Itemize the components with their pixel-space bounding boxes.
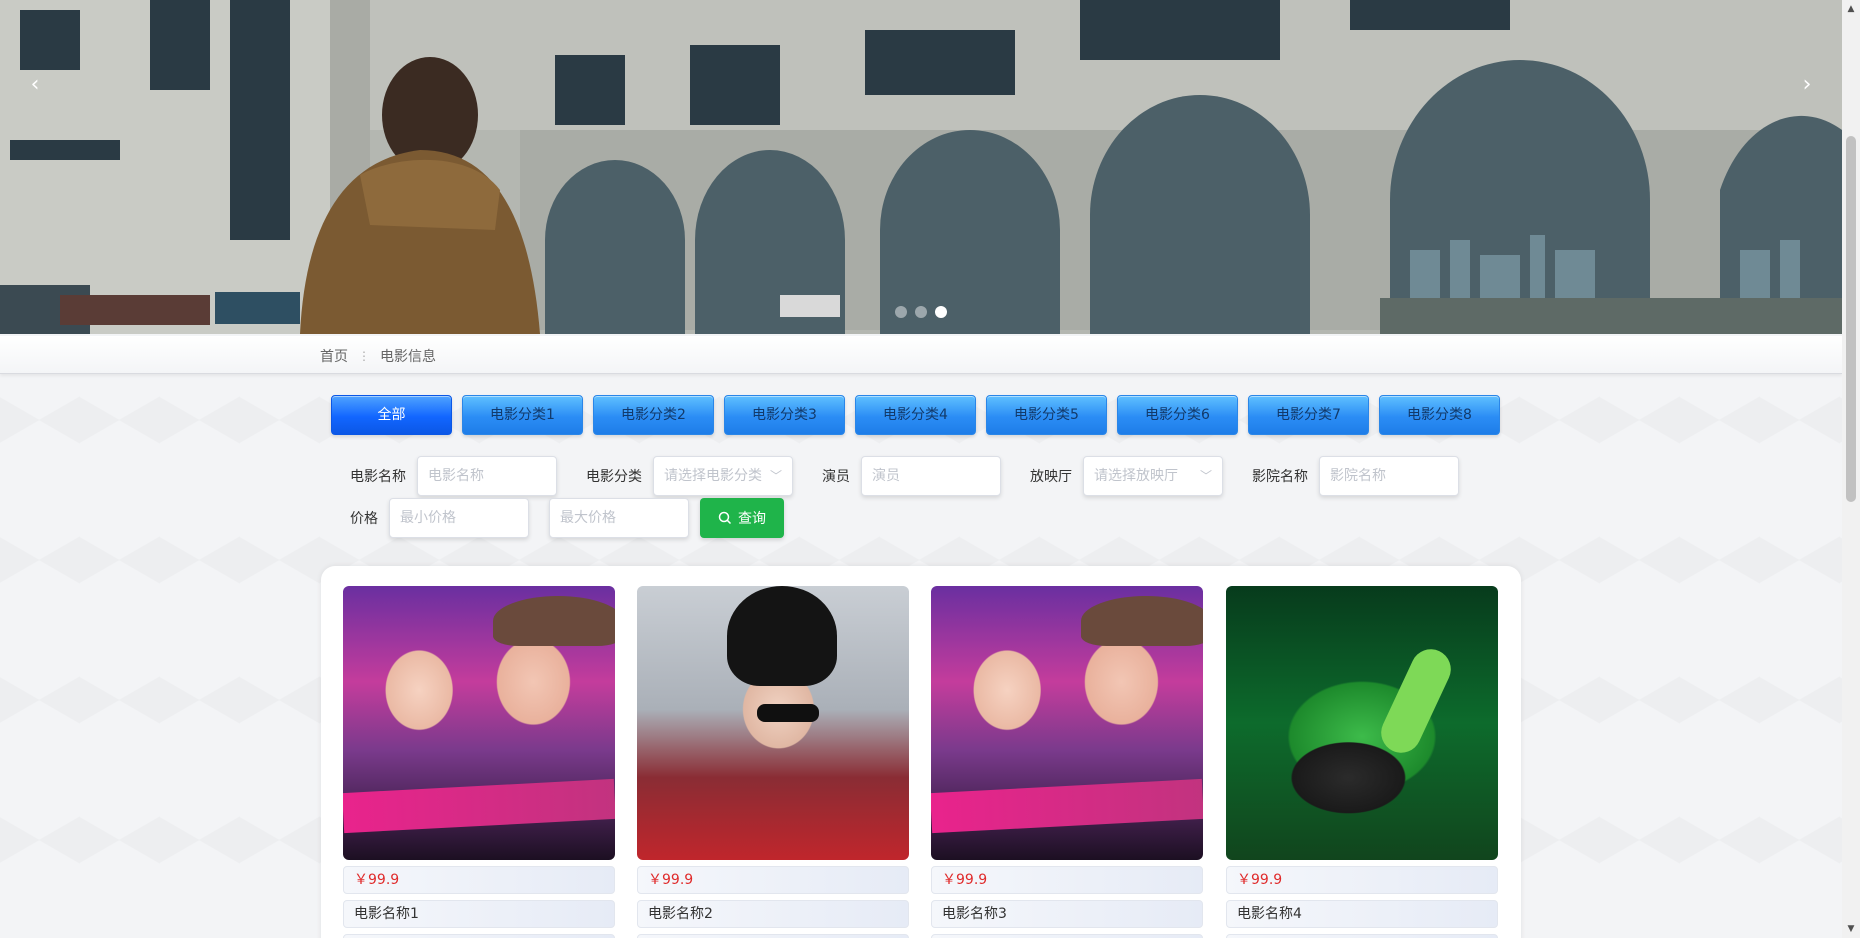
scroll-down-arrow-icon[interactable]: ▼ xyxy=(1842,920,1860,938)
category-tab-6[interactable]: 电影分类6 xyxy=(1117,395,1238,435)
breadcrumb-home-link[interactable]: 首页 xyxy=(320,346,348,366)
banner-dot-2[interactable] xyxy=(915,306,927,318)
chevron-down-icon: ﹀ xyxy=(769,469,782,483)
cinema-name-input[interactable] xyxy=(1330,458,1448,494)
price-label: 价格 xyxy=(350,511,378,527)
banner-next-arrow[interactable]: › xyxy=(1792,70,1822,100)
category-tab-8[interactable]: 电影分类8 xyxy=(1379,395,1500,435)
movie-price: ￥99.9 xyxy=(637,866,909,894)
hall-placeholder: 请选择放映厅 xyxy=(1094,468,1178,484)
movie-card[interactable]: ￥99.9 电影名称1 xyxy=(343,586,615,938)
category-tab-all[interactable]: 全部 xyxy=(331,395,452,435)
movie-name[interactable]: 电影名称3 xyxy=(931,900,1203,928)
scroll-up-arrow-icon[interactable]: ▲ xyxy=(1842,0,1860,18)
actor-field[interactable] xyxy=(861,456,1001,496)
banner-dot-3[interactable] xyxy=(935,306,947,318)
search-button-label: 查询 xyxy=(738,511,766,527)
actor-label: 演员 xyxy=(822,469,850,485)
banner-prev-arrow[interactable]: ‹ xyxy=(20,70,50,100)
breadcrumb-separator: ⋮ xyxy=(358,349,370,363)
hall-label: 放映厅 xyxy=(1030,469,1072,485)
scrollbar-thumb[interactable] xyxy=(1846,136,1856,502)
movie-extra-row xyxy=(1226,934,1498,938)
category-tab-2[interactable]: 电影分类2 xyxy=(593,395,714,435)
movie-category-placeholder: 请选择电影分类 xyxy=(664,468,762,484)
category-tab-3[interactable]: 电影分类3 xyxy=(724,395,845,435)
movie-extra-row xyxy=(931,934,1203,938)
search-button[interactable]: 查询 xyxy=(700,498,784,538)
movie-poster-image[interactable] xyxy=(343,586,615,860)
movie-poster-image[interactable] xyxy=(1226,586,1498,860)
category-tab-1[interactable]: 电影分类1 xyxy=(462,395,583,435)
search-icon xyxy=(718,511,732,525)
movie-name-label: 电影名称 xyxy=(350,469,406,485)
movie-name[interactable]: 电影名称4 xyxy=(1226,900,1498,928)
movie-poster-image[interactable] xyxy=(637,586,909,860)
category-tab-4[interactable]: 电影分类4 xyxy=(855,395,976,435)
movie-price: ￥99.9 xyxy=(343,866,615,894)
min-price-field[interactable] xyxy=(389,498,529,538)
movie-name-input[interactable] xyxy=(428,458,546,494)
movie-poster-image[interactable] xyxy=(931,586,1203,860)
banner-pagination xyxy=(895,306,947,318)
movie-name-field[interactable] xyxy=(417,456,557,496)
max-price-input[interactable] xyxy=(560,500,678,536)
movie-extra-row xyxy=(343,934,615,938)
movie-card[interactable]: ￥99.9 电影名称2 xyxy=(637,586,909,938)
max-price-field[interactable] xyxy=(549,498,689,538)
chevron-down-icon: ﹀ xyxy=(1199,469,1212,483)
breadcrumb: 首页 ⋮ 电影信息 xyxy=(320,346,436,366)
movie-list-panel: ￥99.9 电影名称1 ￥99.9 电影名称2 ￥99.9 电影名称3 ￥99.… xyxy=(321,566,1521,938)
category-tab-7[interactable]: 电影分类7 xyxy=(1248,395,1369,435)
movie-category-label: 电影分类 xyxy=(586,469,642,485)
movie-name[interactable]: 电影名称1 xyxy=(343,900,615,928)
banner-image xyxy=(0,0,1842,334)
banner-dot-1[interactable] xyxy=(895,306,907,318)
movie-card[interactable]: ￥99.9 电影名称3 xyxy=(931,586,1203,938)
hall-select[interactable]: 请选择放映厅 ﹀ xyxy=(1083,456,1223,496)
min-price-input[interactable] xyxy=(400,500,518,536)
movie-price: ￥99.9 xyxy=(1226,866,1498,894)
movie-name[interactable]: 电影名称2 xyxy=(637,900,909,928)
category-tabs: 全部 电影分类1 电影分类2 电影分类3 电影分类4 电影分类5 电影分类6 电… xyxy=(331,395,1500,435)
category-tab-5[interactable]: 电影分类5 xyxy=(986,395,1107,435)
movie-extra-row xyxy=(637,934,909,938)
cinema-name-field[interactable] xyxy=(1319,456,1459,496)
movie-price: ￥99.9 xyxy=(931,866,1203,894)
movie-card[interactable]: ￥99.9 电影名称4 xyxy=(1226,586,1498,938)
cinema-name-label: 影院名称 xyxy=(1252,469,1308,485)
page-scrollbar[interactable]: ▲ ▼ xyxy=(1842,0,1860,938)
breadcrumb-current: 电影信息 xyxy=(380,349,436,365)
breadcrumb-bar: 首页 ⋮ 电影信息 xyxy=(0,336,1842,374)
movie-category-select[interactable]: 请选择电影分类 ﹀ xyxy=(653,456,793,496)
hero-banner[interactable]: ‹ › xyxy=(0,0,1842,334)
actor-input[interactable] xyxy=(872,458,990,494)
